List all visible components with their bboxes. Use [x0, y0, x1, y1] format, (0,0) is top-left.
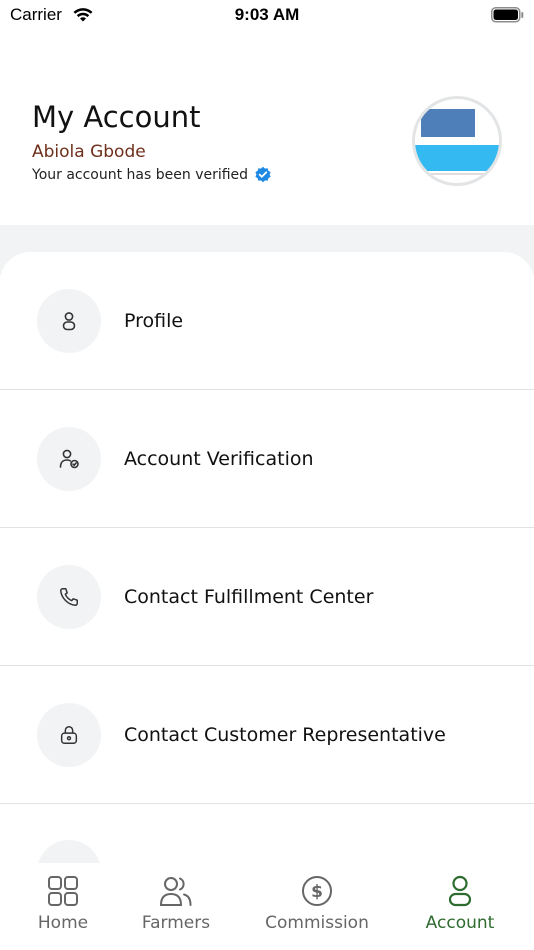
- users-icon: [159, 877, 192, 906]
- avatar-image-line: [415, 173, 499, 175]
- tab-label-account: Account: [425, 913, 495, 933]
- grid-icon: [48, 876, 78, 906]
- menu-label-profile: Profile: [124, 309, 184, 332]
- menu-label-account-verification: Account Verification: [124, 447, 314, 470]
- page-title: My Account: [32, 100, 201, 134]
- clock-time: 9:03 AM: [234, 5, 300, 24]
- tab-farmers[interactable]: Farmers: [121, 875, 231, 933]
- svg-text:$: $: [311, 882, 323, 902]
- menu-item-contact-fulfillment-center[interactable]: Contact Fulfillment Center: [0, 528, 534, 666]
- account-menu: Profile Account Verification Contact Ful…: [0, 252, 534, 872]
- tab-account[interactable]: Account: [405, 875, 515, 933]
- verification-text: Your account has been verified: [32, 167, 249, 183]
- dollar-circle-icon: $: [302, 876, 332, 906]
- avatar[interactable]: [412, 96, 502, 186]
- tab-home[interactable]: Home: [8, 875, 118, 933]
- menu-label-contact-fulfillment-center: Contact Fulfillment Center: [124, 585, 374, 608]
- tab-label-farmers: Farmers: [141, 913, 211, 933]
- menu-item-account-verification[interactable]: Account Verification: [0, 390, 534, 528]
- phone-icon: [37, 564, 101, 629]
- menu-label-contact-customer-representative: Contact Customer Representative: [124, 723, 446, 746]
- user-check-icon: [37, 426, 101, 491]
- user-name: Abiola Gbode: [32, 142, 146, 162]
- menu-item-contact-customer-representative[interactable]: Contact Customer Representative: [0, 666, 534, 804]
- account-header: My Account Abiola Gbode Your account has…: [0, 32, 534, 225]
- bottom-tab-bar: Home Farmers $ Commission Account: [0, 863, 534, 950]
- verification-status: Your account has been verified: [32, 166, 272, 184]
- lock-icon: [37, 702, 101, 767]
- avatar-image-block: [421, 109, 475, 137]
- tab-commission[interactable]: $ Commission: [253, 875, 381, 933]
- avatar-image-block: [415, 145, 499, 171]
- verified-badge-icon: [255, 166, 271, 183]
- battery-icon: [491, 7, 524, 23]
- tab-label-commission: Commission: [265, 913, 369, 933]
- tab-label-home: Home: [37, 913, 89, 933]
- menu-item-profile[interactable]: Profile: [0, 252, 534, 390]
- person-icon: [448, 875, 472, 907]
- status-bar: Carrier 9:03 AM: [0, 0, 534, 32]
- menu-item-partial[interactable]: [0, 804, 534, 872]
- person-icon: [37, 288, 101, 353]
